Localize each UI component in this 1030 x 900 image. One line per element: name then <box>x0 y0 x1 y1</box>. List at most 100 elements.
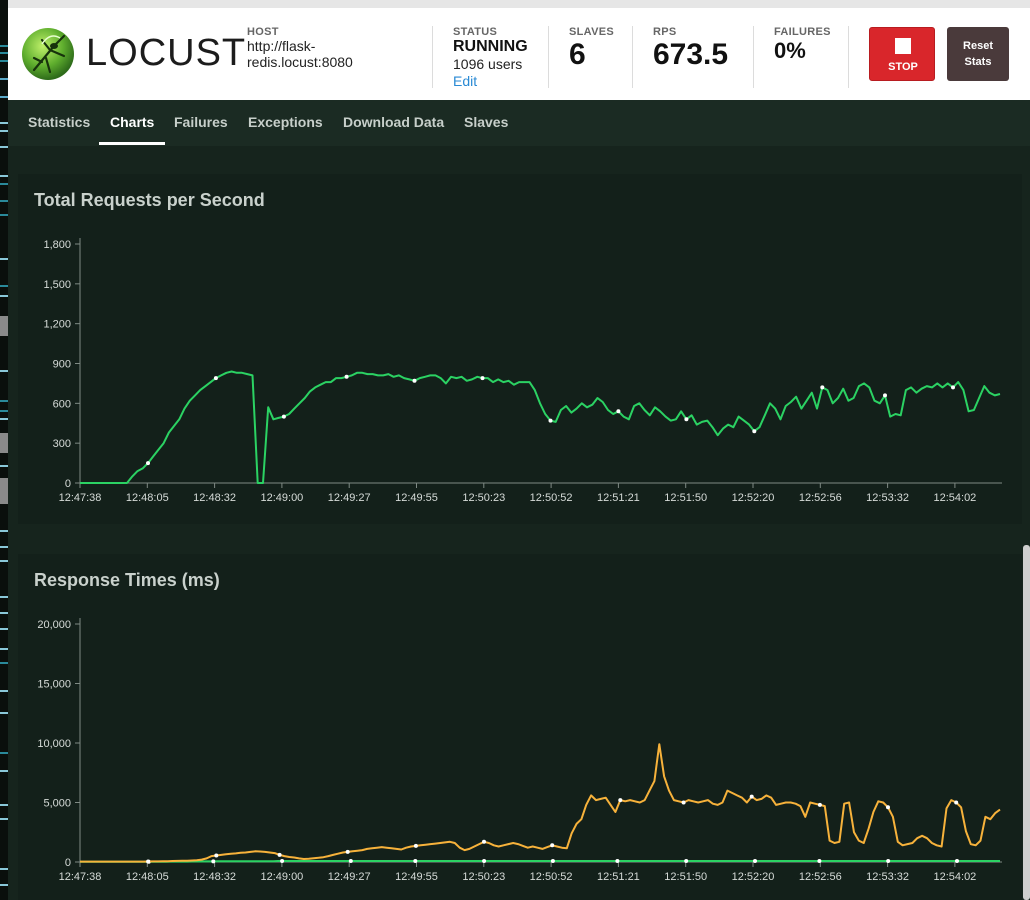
rps-chart-panel: Total Requests per Second 0 300 600 900 1,20… <box>18 174 1022 524</box>
data-point[interactable] <box>277 852 282 857</box>
edit-link[interactable]: Edit <box>453 73 528 89</box>
y-tick-label: 10,000 <box>37 738 71 750</box>
x-tick-label: 12:49:55 <box>395 871 438 883</box>
x-tick-label: 12:48:05 <box>126 871 169 883</box>
y-tick-label: 20,000 <box>37 619 71 631</box>
response-time-chart-panel: Response Times (ms) 0 5,000 10,000 15,000 20… <box>18 554 1022 900</box>
locust-logo[interactable]: LOCUST <box>20 26 245 82</box>
tab-slaves[interactable]: Slaves <box>464 114 508 130</box>
x-tick-label: 12:53:32 <box>866 492 909 504</box>
host-field: HOST http://flask-redis.locust:8080 <box>247 26 387 70</box>
slaves-label: SLAVES <box>569 26 614 38</box>
data-point[interactable] <box>951 385 955 390</box>
x-tick-label: 12:51:50 <box>664 871 707 883</box>
y-tick-label: 1,800 <box>43 239 71 251</box>
data-point[interactable] <box>886 805 890 810</box>
rps-field: RPS 673.5 <box>653 26 728 72</box>
data-point[interactable] <box>616 409 621 414</box>
x-tick-label: 12:54:02 <box>933 492 976 504</box>
rps-label: RPS <box>653 26 677 38</box>
divider <box>432 26 433 88</box>
x-tick-label: 12:50:52 <box>530 871 573 883</box>
x-tick-label: 12:48:32 <box>193 492 236 504</box>
slaves-field: SLAVES 6 <box>569 26 614 72</box>
data-point[interactable] <box>817 859 822 863</box>
y-tick-label: 5,000 <box>43 798 71 810</box>
x-tick-label: 12:50:52 <box>530 492 573 504</box>
x-tick-label: 12:48:05 <box>126 492 169 504</box>
y-tick-label: 600 <box>53 398 71 410</box>
tab-charts[interactable]: Charts <box>110 114 154 130</box>
data-point[interactable] <box>482 859 487 863</box>
data-point[interactable] <box>955 859 959 863</box>
x-tick-label: 12:49:00 <box>260 492 303 504</box>
slaves-value: 6 <box>569 38 586 71</box>
data-point[interactable] <box>413 859 418 863</box>
data-point[interactable] <box>412 378 417 383</box>
tab-statistics[interactable]: Statistics <box>28 114 90 130</box>
stop-button[interactable]: STOP <box>869 27 935 81</box>
data-point[interactable] <box>213 376 218 381</box>
reset-stats-button[interactable]: Reset Stats <box>947 27 1009 81</box>
data-point[interactable] <box>817 802 822 807</box>
data-point[interactable] <box>883 393 887 398</box>
data-point[interactable] <box>280 859 285 863</box>
reset-stats-label: Reset Stats <box>963 40 993 68</box>
data-point[interactable] <box>344 374 349 379</box>
data-point[interactable] <box>348 859 353 863</box>
data-point[interactable] <box>684 417 689 422</box>
x-tick-label: 12:50:23 <box>462 492 505 504</box>
y-tick-label: 1,500 <box>43 279 71 291</box>
x-tick-label: 12:47:38 <box>59 871 102 883</box>
data-point[interactable] <box>480 376 485 381</box>
data-point[interactable] <box>615 859 620 863</box>
x-tick-label: 12:47:38 <box>59 492 102 504</box>
x-tick-label: 12:48:32 <box>193 871 236 883</box>
y-tick-label: 1,200 <box>43 319 71 331</box>
data-point[interactable] <box>146 859 151 864</box>
user-count: 1096 users <box>453 56 523 72</box>
data-point[interactable] <box>954 800 959 805</box>
terminal-scrollbar <box>0 433 8 453</box>
data-point[interactable] <box>752 429 757 434</box>
y-tick-label: 15,000 <box>37 679 71 691</box>
stop-label: STOP <box>888 61 918 73</box>
data-point[interactable] <box>345 849 350 854</box>
data-point[interactable] <box>214 853 219 858</box>
y-tick-label: 0 <box>65 478 71 490</box>
data-point[interactable] <box>146 461 150 466</box>
response-time-chart: 0 5,000 10,000 15,000 20,000 12:47:38 12:48:05… <box>37 618 1002 883</box>
logo-text: LOCUST <box>86 32 247 74</box>
data-point[interactable] <box>749 794 754 799</box>
data-point[interactable] <box>211 859 216 864</box>
rps-value: 673.5 <box>653 38 729 71</box>
divider <box>753 26 754 88</box>
header: LOCUST HOST http://flask-redis.locust:80… <box>8 8 1030 100</box>
data-point[interactable] <box>886 859 891 863</box>
data-point[interactable] <box>820 385 825 390</box>
tab-download-data[interactable]: Download Data <box>343 114 444 130</box>
locust-icon <box>22 28 74 80</box>
data-point[interactable] <box>413 843 418 848</box>
host-value: http://flask-redis.locust:8080 <box>247 38 353 70</box>
data-point[interactable] <box>753 859 757 863</box>
x-tick-label: 12:49:00 <box>260 871 303 883</box>
failures-field: FAILURES 0% <box>774 26 831 64</box>
data-point[interactable] <box>548 418 553 423</box>
data-point[interactable] <box>281 414 286 419</box>
data-point[interactable] <box>550 843 555 848</box>
data-point[interactable] <box>482 839 486 844</box>
x-tick-label: 12:54:02 <box>933 871 976 883</box>
stop-icon <box>895 38 911 54</box>
data-point[interactable] <box>550 859 555 863</box>
data-point[interactable] <box>684 859 689 863</box>
tab-exceptions[interactable]: Exceptions <box>248 114 323 130</box>
data-point[interactable] <box>618 798 623 803</box>
x-tick-label: 12:51:50 <box>664 492 707 504</box>
data-point[interactable] <box>681 800 686 805</box>
tab-failures[interactable]: Failures <box>174 114 228 130</box>
terminal-scrollbar <box>0 478 8 504</box>
page-scrollbar[interactable] <box>1023 545 1030 900</box>
tab-bar: Statistics Charts Failures Exceptions Do… <box>8 100 1030 146</box>
host-label: HOST <box>247 26 279 38</box>
